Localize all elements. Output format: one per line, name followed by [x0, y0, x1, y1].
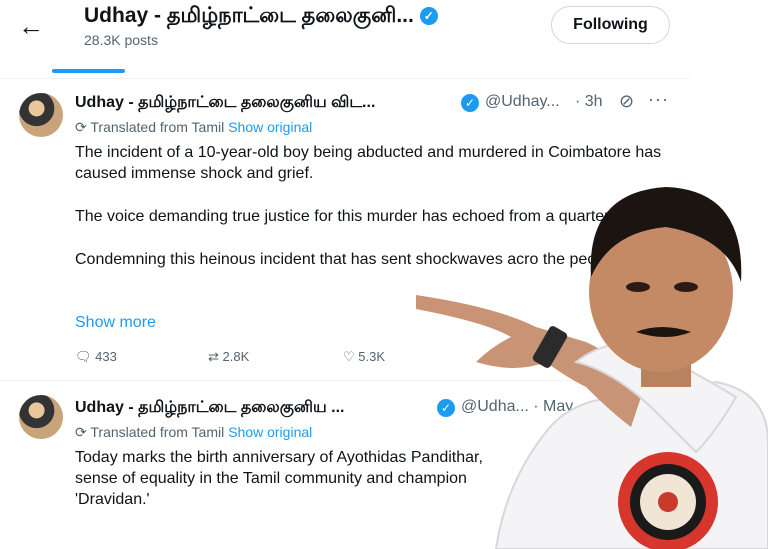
- repost-count: 2.8K: [222, 349, 250, 364]
- like-button[interactable]: ♡ 5.3K: [343, 349, 385, 365]
- tweet-handle[interactable]: @Udhay...: [485, 93, 560, 111]
- show-original-link[interactable]: Show original: [228, 119, 312, 135]
- avatar[interactable]: [19, 395, 63, 439]
- grok-icon[interactable]: ⊘: [619, 91, 634, 112]
- translated-label: Translated from Tamil: [90, 424, 225, 440]
- translated-label: Translated from Tamil: [90, 119, 225, 135]
- avatar[interactable]: [19, 93, 63, 137]
- arrow-left-icon[interactable]: ←: [18, 12, 46, 40]
- profile-header: ← Udhay - தமிழ்நாட்டை தலைகுனி... ✓ 28.3K …: [0, 0, 768, 78]
- active-tab-indicator: [52, 69, 125, 73]
- show-more-link[interactable]: Show more: [75, 314, 156, 332]
- heart-icon: ♡: [343, 349, 355, 364]
- more-options-icon[interactable]: ···: [648, 89, 669, 110]
- like-count: 5.3K: [358, 349, 386, 364]
- translate-icon: ⟳: [75, 119, 87, 135]
- posts-count: 28.3K posts: [84, 32, 158, 48]
- following-button[interactable]: Following: [551, 6, 670, 44]
- reply-count: 433: [95, 349, 117, 364]
- tweet-author-name[interactable]: Udhay - தமிழ்நாட்டை தலைகுனிய ...: [75, 398, 344, 418]
- translation-note: ⟳ Translated from Tamil Show original: [75, 119, 312, 136]
- show-original-link[interactable]: Show original: [228, 424, 312, 440]
- verified-badge-icon: ✓: [461, 94, 479, 112]
- translation-note: ⟳ Translated from Tamil Show original: [75, 424, 312, 441]
- translate-icon: ⟳: [75, 424, 87, 440]
- tweet-author-name[interactable]: Udhay - தமிழ்நாட்டை தலைகுனிய விட...: [75, 93, 375, 113]
- person-photo-overlay: [416, 187, 768, 549]
- repost-button[interactable]: ⇄ 2.8K: [208, 349, 249, 365]
- repost-icon: ⇄: [208, 349, 219, 364]
- tweet-time[interactable]: · 3h: [575, 93, 603, 111]
- reply-icon: 🗨: [75, 349, 92, 364]
- reply-button[interactable]: 🗨 433: [75, 349, 117, 365]
- verified-badge-icon: ✓: [419, 7, 438, 26]
- tweet-paragraph: The incident of a 10-year-old boy being …: [75, 144, 662, 182]
- profile-name: Udhay - தமிழ்நாட்டை தலைகுனி...: [84, 4, 414, 27]
- profile-title: Udhay - தமிழ்நாட்டை தலைகுனி... ✓: [84, 4, 438, 30]
